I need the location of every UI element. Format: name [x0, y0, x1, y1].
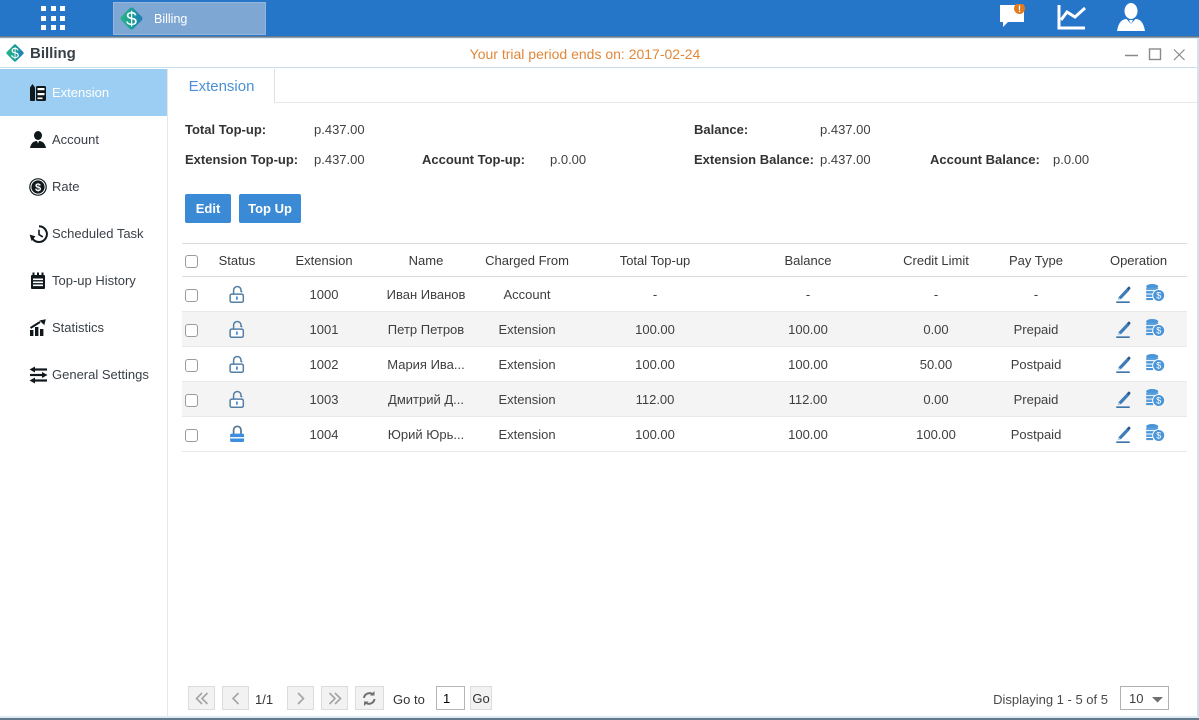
- svg-text:$: $: [35, 182, 41, 194]
- svg-text:$: $: [126, 8, 137, 30]
- svg-text:!: !: [1018, 4, 1021, 14]
